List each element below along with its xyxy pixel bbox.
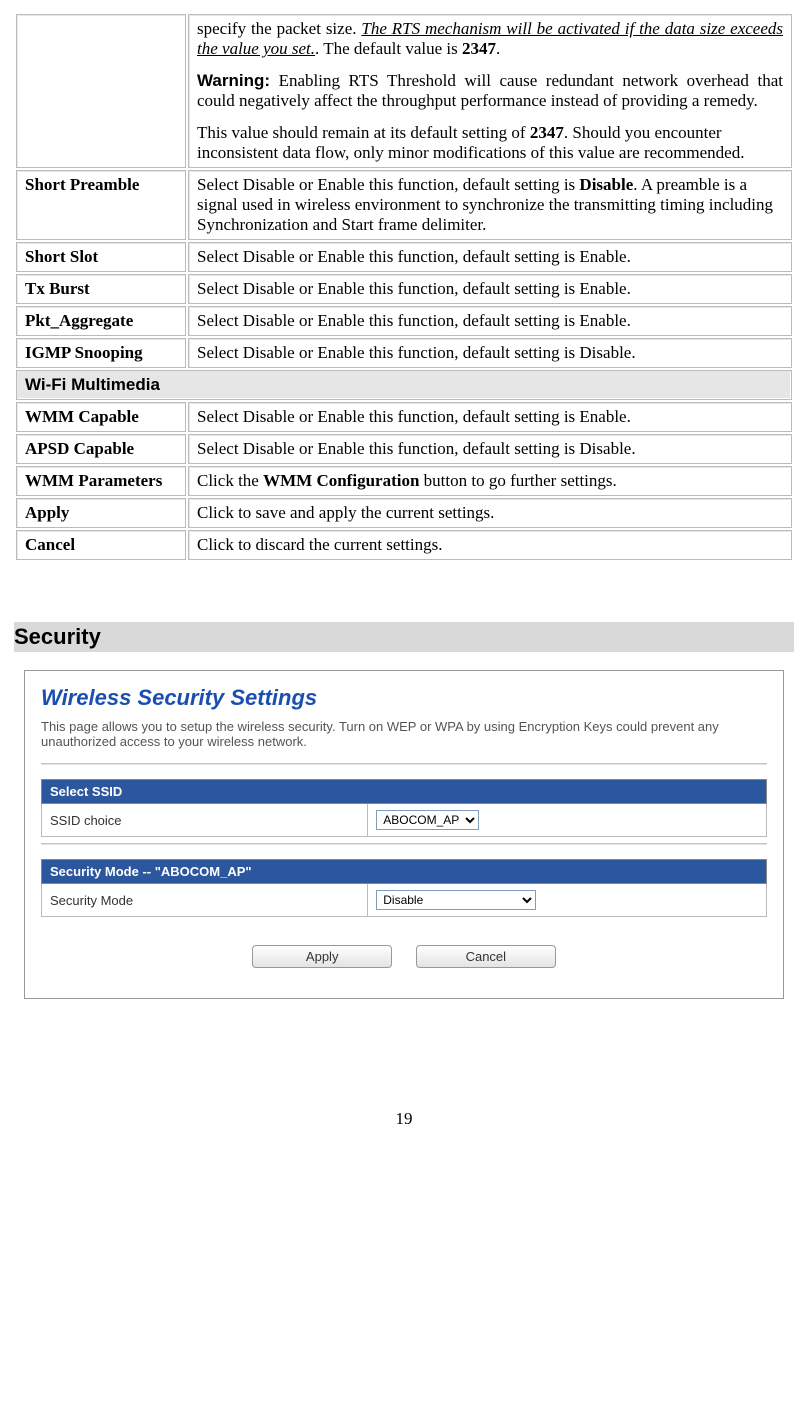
text: This value should remain at its default … xyxy=(197,123,530,142)
spec-label: Tx Burst xyxy=(16,274,186,304)
section-heading-security: Security xyxy=(14,622,794,652)
spec-label: Short Preamble xyxy=(16,170,186,240)
table-row: Apply Click to save and apply the curren… xyxy=(16,498,792,528)
security-settings-panel: Wireless Security Settings This page all… xyxy=(24,670,784,999)
text: Select Disable or Enable this function, … xyxy=(197,175,579,194)
table-row: WMM Parameters Click the WMM Configurati… xyxy=(16,466,792,496)
divider xyxy=(41,843,767,845)
spec-desc-rts: specify the packet size. The RTS mechani… xyxy=(188,14,792,168)
table-row: Pkt_Aggregate Select Disable or Enable t… xyxy=(16,306,792,336)
warning-label: Warning: xyxy=(197,71,270,90)
table-row: IGMP Snooping Select Disable or Enable t… xyxy=(16,338,792,368)
bar-select-ssid: Select SSID xyxy=(42,780,767,804)
cancel-button[interactable]: Cancel xyxy=(416,945,556,968)
table-row: specify the packet size. The RTS mechani… xyxy=(16,14,792,168)
spec-label: WMM Capable xyxy=(16,402,186,432)
divider xyxy=(41,763,767,765)
spec-desc: Select Disable or Enable this function, … xyxy=(188,434,792,464)
table-row: Tx Burst Select Disable or Enable this f… xyxy=(16,274,792,304)
mode-config-table: Security Mode -- "ABOCOM_AP" Security Mo… xyxy=(41,859,767,917)
spec-desc: Select Disable or Enable this function, … xyxy=(188,274,792,304)
text: button to go further settings. xyxy=(419,471,616,490)
text: Enabling RTS Threshold will cause redund… xyxy=(197,71,783,110)
ssid-choice-select[interactable]: ABOCOM_AP xyxy=(376,810,479,830)
spec-label: Short Slot xyxy=(16,242,186,272)
spec-desc: Select Disable or Enable this function, … xyxy=(188,306,792,336)
table-row: Short Preamble Select Disable or Enable … xyxy=(16,170,792,240)
text-bold: 2347 xyxy=(530,123,564,142)
spec-label: APSD Capable xyxy=(16,434,186,464)
spec-label-empty xyxy=(16,14,186,168)
spec-table: specify the packet size. The RTS mechani… xyxy=(14,12,794,562)
spec-desc: Click to discard the current settings. xyxy=(188,530,792,560)
security-mode-cell: Disable xyxy=(368,884,767,917)
security-mode-select[interactable]: Disable xyxy=(376,890,536,910)
spec-desc: Select Disable or Enable this function, … xyxy=(188,338,792,368)
text-bold: WMM Configuration xyxy=(263,471,419,490)
table-row: Cancel Click to discard the current sett… xyxy=(16,530,792,560)
spec-label: Cancel xyxy=(16,530,186,560)
spec-label: WMM Parameters xyxy=(16,466,186,496)
spec-desc: Click the WMM Configuration button to go… xyxy=(188,466,792,496)
spec-label: Apply xyxy=(16,498,186,528)
spec-label: IGMP Snooping xyxy=(16,338,186,368)
bar-security-mode: Security Mode -- "ABOCOM_AP" xyxy=(42,860,767,884)
section-header-wifi-multimedia: Wi-Fi Multimedia xyxy=(16,370,792,400)
apply-button[interactable]: Apply xyxy=(252,945,392,968)
spec-desc: Click to save and apply the current sett… xyxy=(188,498,792,528)
text: specify the packet size. xyxy=(197,19,361,38)
spec-desc: Select Disable or Enable this function, … xyxy=(188,242,792,272)
panel-description: This page allows you to setup the wirele… xyxy=(41,719,767,749)
button-row: Apply Cancel xyxy=(41,945,767,968)
text-bold: 2347 xyxy=(462,39,496,58)
security-mode-label: Security Mode xyxy=(42,884,368,917)
panel-title: Wireless Security Settings xyxy=(41,685,767,711)
spec-label: Pkt_Aggregate xyxy=(16,306,186,336)
table-row: APSD Capable Select Disable or Enable th… xyxy=(16,434,792,464)
page-number: 19 xyxy=(14,1109,794,1129)
text: . xyxy=(496,39,500,58)
ssid-choice-cell: ABOCOM_AP xyxy=(368,804,767,837)
table-row: Wi-Fi Multimedia xyxy=(16,370,792,400)
ssid-config-table: Select SSID SSID choice ABOCOM_AP xyxy=(41,779,767,837)
table-row: WMM Capable Select Disable or Enable thi… xyxy=(16,402,792,432)
spec-desc: Select Disable or Enable this function, … xyxy=(188,170,792,240)
text-bold: Disable xyxy=(579,175,633,194)
text: Click the xyxy=(197,471,263,490)
table-row: Short Slot Select Disable or Enable this… xyxy=(16,242,792,272)
ssid-choice-label: SSID choice xyxy=(42,804,368,837)
spec-desc: Select Disable or Enable this function, … xyxy=(188,402,792,432)
text: . The default value is xyxy=(315,39,462,58)
